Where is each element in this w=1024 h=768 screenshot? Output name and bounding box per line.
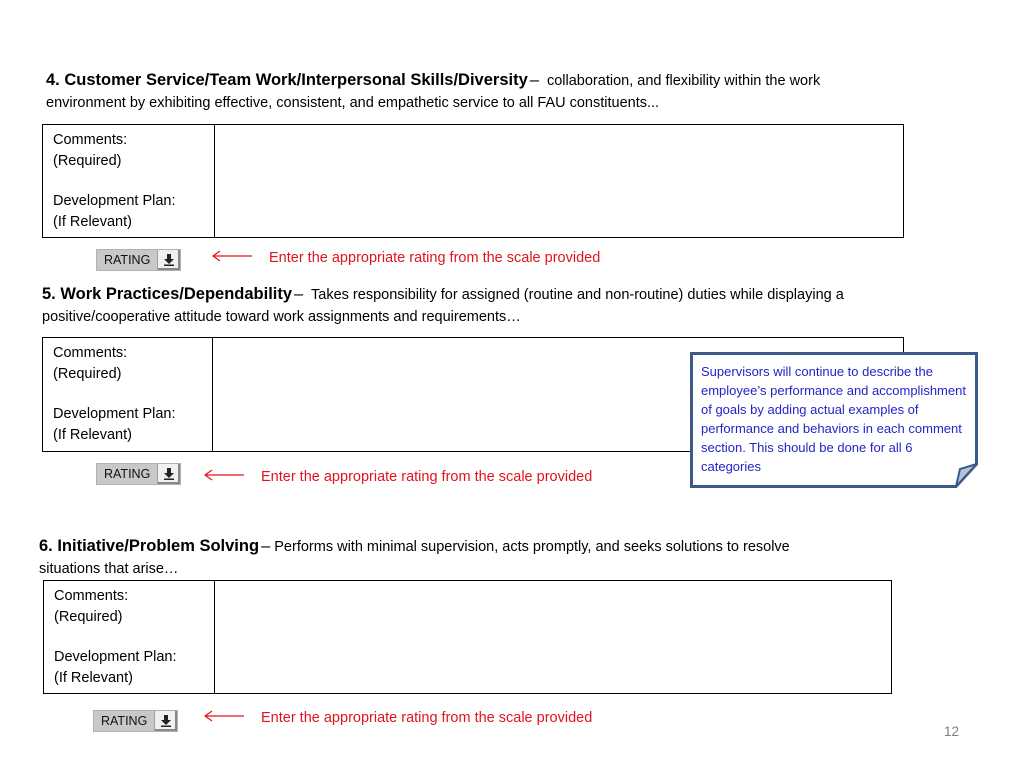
section-description: Takes responsibility for assigned (routi…	[311, 287, 844, 303]
rating-hint: Enter the appropriate rating from the sc…	[261, 710, 593, 726]
page-number: 12	[944, 724, 960, 739]
section-5-rating-dropdown[interactable]: RATING	[96, 463, 182, 485]
section-4-heading: 4. Customer Service/Team Work/Interperso…	[46, 69, 820, 114]
left-arrow-icon	[212, 250, 252, 262]
rating-hint: Enter the appropriate rating from the sc…	[269, 250, 601, 266]
section-title: 4. Customer Service/Team Work/Interperso…	[46, 71, 528, 89]
section-description-line2: situations that arise…	[39, 561, 179, 577]
comment-labels: Comments: (Required) Development Plan: (…	[43, 125, 215, 237]
callout-text: Supervisors will continue to describe th…	[701, 364, 966, 474]
section-description: Performs with minimal supervision, acts …	[274, 539, 790, 555]
supervisor-note-callout: Supervisors will continue to describe th…	[690, 352, 978, 488]
dropdown-arrow-icon[interactable]	[157, 250, 181, 270]
section-title: 5. Work Practices/Dependability	[42, 285, 293, 303]
comment-entry-field[interactable]	[215, 581, 891, 693]
section-6-rating-dropdown[interactable]: RATING	[93, 710, 179, 732]
section-4-rating-dropdown[interactable]: RATING	[96, 249, 182, 271]
rating-label: RATING	[97, 250, 158, 270]
section-6-heading: 6. Initiative/Problem Solving – Performs w…	[39, 535, 790, 580]
rating-hint: Enter the appropriate rating from the sc…	[261, 469, 593, 485]
dropdown-arrow-icon[interactable]	[157, 464, 181, 484]
comment-labels: Comments: (Required) Development Plan: (…	[44, 581, 215, 693]
left-arrow-icon	[204, 469, 244, 481]
section-4-comment-box: Comments: (Required) Development Plan: (…	[42, 124, 904, 238]
rating-label: RATING	[94, 711, 155, 731]
dropdown-arrow-icon[interactable]	[154, 711, 178, 731]
section-6-comment-box: Comments: (Required) Development Plan: (…	[43, 580, 892, 694]
comment-labels: Comments: (Required) Development Plan: (…	[43, 338, 213, 451]
comment-entry-field[interactable]	[215, 125, 903, 237]
section-description: collaboration, and flexibility within th…	[546, 73, 821, 89]
rating-label: RATING	[97, 464, 158, 484]
section-title: 6. Initiative/Problem Solving	[39, 537, 260, 555]
section-description-line2: environment by exhibiting effective, con…	[46, 95, 660, 111]
section-5-heading: 5. Work Practices/Dependability – Takes r…	[42, 283, 844, 328]
left-arrow-icon	[204, 710, 244, 722]
section-description-line2: positive/cooperative attitude toward wor…	[42, 309, 521, 325]
